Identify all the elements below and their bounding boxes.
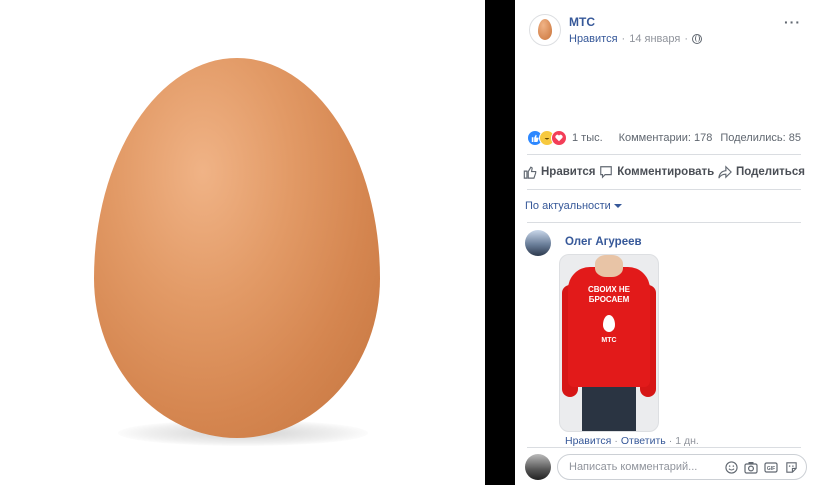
- divider: [527, 447, 801, 448]
- globe-icon[interactable]: [692, 34, 703, 44]
- meta-separator: ·: [668, 435, 673, 447]
- comment-like-link[interactable]: Нравится: [565, 435, 611, 447]
- love-reaction-icon: [551, 130, 567, 146]
- page-like-link[interactable]: Нравится: [569, 33, 618, 45]
- shares-count[interactable]: Поделились: 85: [720, 132, 801, 144]
- meta-separator: ·: [684, 33, 689, 45]
- sweater-slogan: СВОИХ НЕ БРОСАЕМ: [588, 285, 630, 304]
- comment-meta: Нравится · Ответить · 1 дн.: [565, 435, 699, 447]
- page-avatar[interactable]: [529, 14, 561, 46]
- comment-time[interactable]: 1 дн.: [675, 435, 699, 447]
- comment-button-label: Комментировать: [617, 166, 715, 178]
- post-meta: Нравится · 14 января ·: [569, 33, 703, 45]
- share-icon: [718, 165, 732, 179]
- like-button-label: Нравится: [541, 166, 596, 178]
- share-button[interactable]: Поделиться: [718, 165, 805, 179]
- divider: [527, 154, 801, 155]
- comment-reply-link[interactable]: Ответить: [621, 435, 666, 447]
- post-photo[interactable]: [0, 0, 485, 485]
- reaction-icons[interactable]: [527, 130, 567, 146]
- share-button-label: Поделиться: [735, 166, 805, 178]
- post-side-panel: МТС Нравится · 14 января · ··· 1 тыс. Ко…: [515, 0, 815, 485]
- egg-icon: [538, 19, 552, 40]
- avatar[interactable]: [525, 454, 551, 480]
- photo-viewer-divider: [485, 0, 515, 485]
- thumbs-up-icon: [523, 165, 537, 179]
- sticker-icon[interactable]: [784, 460, 798, 474]
- divider: [527, 222, 801, 223]
- comment-author[interactable]: Олег Агуреев: [565, 236, 642, 248]
- post-date[interactable]: 14 января: [629, 33, 680, 45]
- post-stats: 1 тыс. Комментарии: 178 Поделились: 85: [527, 130, 801, 146]
- action-bar: Нравится Комментировать Поделиться: [523, 162, 805, 182]
- comment-composer[interactable]: GIF: [557, 454, 807, 480]
- comment-image[interactable]: СВОИХ НЕ БРОСАЕМ МТС: [559, 254, 659, 432]
- page-name[interactable]: МТС: [569, 15, 595, 29]
- more-options-icon[interactable]: ···: [784, 14, 801, 30]
- comment-sort-dropdown[interactable]: По актуальности: [525, 200, 622, 212]
- sort-label: По актуальности: [525, 200, 611, 212]
- meta-separator: ·: [614, 435, 618, 447]
- emoji-icon[interactable]: [724, 460, 738, 474]
- composer-tools: GIF: [724, 460, 798, 474]
- jeans: [582, 385, 636, 431]
- egg-image: [94, 58, 380, 438]
- chevron-down-icon: [613, 204, 622, 208]
- svg-text:GIF: GIF: [767, 466, 775, 472]
- reactions-count[interactable]: 1 тыс.: [572, 132, 603, 144]
- meta-separator: ·: [621, 33, 626, 45]
- like-button[interactable]: Нравится: [523, 165, 595, 179]
- comment-button[interactable]: Комментировать: [599, 165, 714, 179]
- egg-logo-icon: [603, 315, 615, 332]
- gif-icon[interactable]: GIF: [764, 460, 778, 474]
- person-head: [595, 255, 623, 277]
- camera-icon[interactable]: [744, 460, 758, 474]
- sweater-brand: МТС: [601, 337, 617, 344]
- divider: [527, 189, 801, 190]
- comment-icon: [599, 165, 613, 179]
- comments-count[interactable]: Комментарии: 178: [619, 132, 713, 144]
- avatar[interactable]: [525, 230, 551, 256]
- comment-input[interactable]: [567, 460, 711, 474]
